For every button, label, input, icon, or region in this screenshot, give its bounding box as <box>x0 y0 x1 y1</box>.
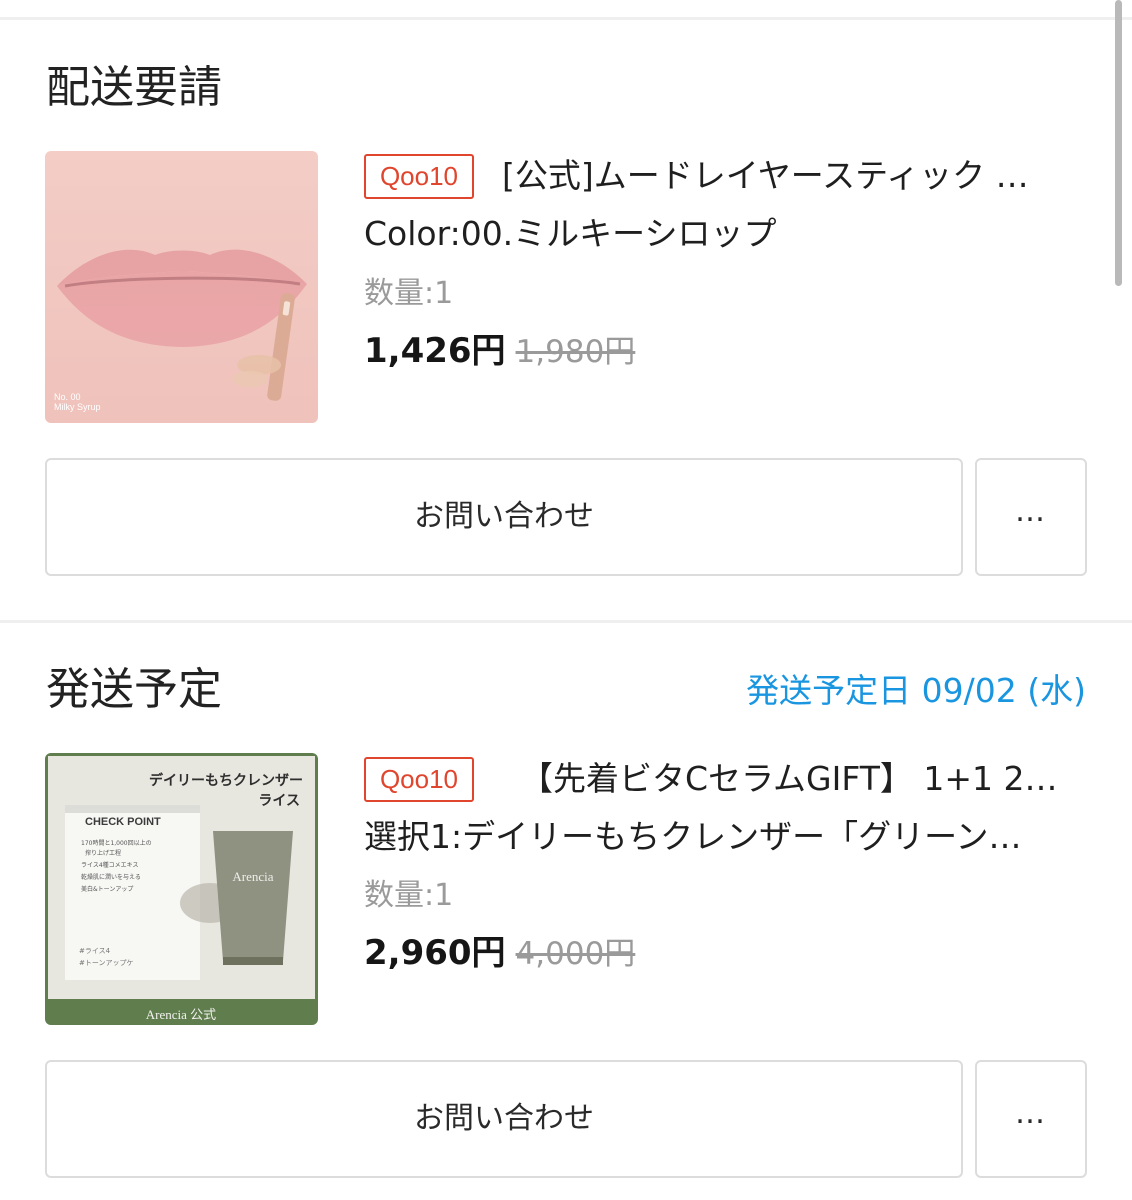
top-divider <box>0 17 1132 20</box>
thumbnail-point: 搾り上げ工程 <box>85 849 121 857</box>
thumbnail-point: 乾燥肌に潤いを与える <box>81 873 141 881</box>
thumbnail-caption-name: Milky Syrup <box>54 402 101 412</box>
product-option: Color:00.ミルキーシロップ <box>364 214 777 253</box>
thumbnail-heading-2: ライス <box>258 793 300 809</box>
thumbnail-check-point: CHECK POINT <box>85 816 161 828</box>
thumbnail-brand: Arencia 公式 <box>146 1007 216 1022</box>
sale-price: 1,426円 <box>364 331 506 371</box>
shop-badge: Qoo10 <box>364 757 474 802</box>
inquiry-button[interactable]: お問い合わせ <box>45 1060 963 1178</box>
thumbnail-tag: #ライス4 <box>79 947 111 955</box>
thumbnail-point: 170時間と1,000回以上の <box>81 839 152 847</box>
product-option: 選択1:デイリーもちクレンザー「グリーン… <box>364 817 1022 856</box>
original-price: 4,000円 <box>515 936 636 972</box>
thumbnail-tag: #トーンアップケ <box>79 959 134 967</box>
product-thumbnail-cleanser[interactable]: デイリーもちクレンザー ライス CHECK POINT 170時間と1,000回… <box>45 753 318 1025</box>
lip-product-image: No. 00 Milky Syrup <box>45 151 318 423</box>
sale-price: 2,960円 <box>364 933 506 973</box>
thumbnail-point: ライス4種コメエキス <box>81 861 138 869</box>
product-title[interactable]: [公式]ムードレイヤースティック … <box>502 154 1064 198</box>
price-row: 2,960円 4,000円 <box>364 930 635 982</box>
product-quantity: 数量:1 <box>364 276 454 311</box>
inquiry-button[interactable]: お問い合わせ <box>45 458 963 576</box>
thumbnail-point: 美白&トーンアップ <box>81 885 133 893</box>
section-title-delivery-request: 配送要請 <box>46 62 222 113</box>
thumbnail-heading-1: デイリーもちクレンザー <box>149 772 303 789</box>
scrollbar[interactable] <box>1115 0 1122 286</box>
product-quantity: 数量:1 <box>364 878 454 913</box>
shop-badge: Qoo10 <box>364 154 474 199</box>
product-title[interactable]: 【先着ビタCセラムGIFT】 1+1 2個… <box>520 757 1086 801</box>
more-options-button[interactable]: … <box>975 458 1087 576</box>
product-thumbnail-lip[interactable]: No. 00 Milky Syrup <box>45 151 318 423</box>
section-divider <box>0 620 1132 623</box>
cleanser-product-image: デイリーもちクレンザー ライス CHECK POINT 170時間と1,000回… <box>45 753 318 1025</box>
scheduled-ship-date: 発送予定日 09/02 (水) <box>746 671 1086 710</box>
section-title-scheduled-shipping: 発送予定 <box>46 664 222 715</box>
more-options-button[interactable]: … <box>975 1060 1087 1178</box>
original-price: 1,980円 <box>515 334 636 370</box>
tube-brand: Arencia <box>232 869 273 884</box>
price-row: 1,426円 1,980円 <box>364 328 635 380</box>
thumbnail-caption-number: No. 00 <box>54 392 81 402</box>
